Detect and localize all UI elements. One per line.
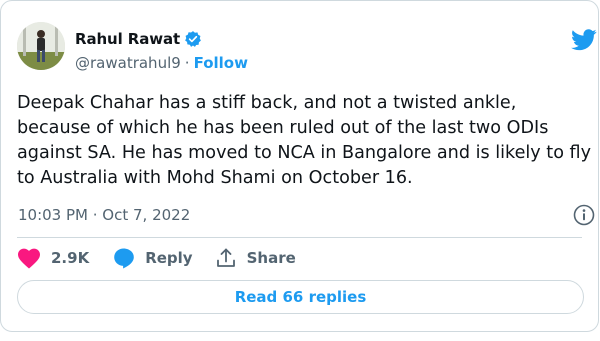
tweet-timestamp[interactable]: 10:03 PM · Oct 7, 2022 [18,206,190,224]
twitter-bird-icon[interactable] [571,29,597,51]
author-avatar[interactable] [17,22,65,70]
tweet-card[interactable]: Rahul Rawat @rawatrahul9 · Follow Deepak… [0,0,599,332]
share-upload-icon [216,248,235,267]
like-count: 2.9K [51,249,90,267]
author-handle[interactable]: @rawatrahul9 [75,54,181,72]
tweet-actions: 2.9K Reply Share [17,247,296,269]
share-button[interactable]: Share [215,247,296,269]
like-button[interactable]: 2.9K [17,247,89,269]
info-icon[interactable] [573,204,595,226]
read-replies-label: Read 66 replies [234,288,367,306]
reply-button[interactable]: Reply [113,247,193,269]
divider [17,237,582,238]
handle-separator: · [184,54,190,72]
heart-icon [18,248,40,269]
speech-bubble-icon [114,248,135,269]
reply-label: Reply [145,249,193,267]
verified-badge-icon [184,30,202,48]
author-name[interactable]: Rahul Rawat [75,30,180,48]
read-replies-button[interactable]: Read 66 replies [17,280,584,314]
tweet-text: Deepak Chahar has a stiff back, and not … [17,93,592,188]
share-label: Share [246,249,296,267]
follow-button[interactable]: Follow [194,54,248,72]
